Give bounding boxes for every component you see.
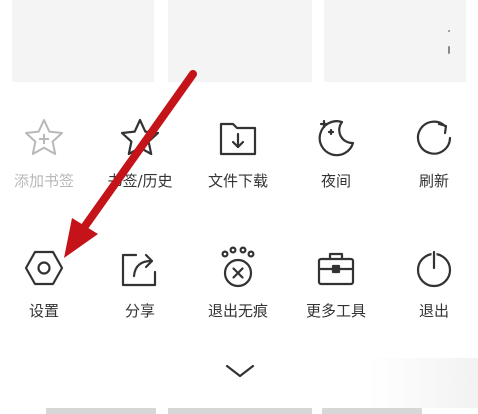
bottom-bar-segment [168,408,312,414]
thumbnail-dot [448,46,450,54]
menu-label: 文件下载 [207,172,268,190]
star-icon [118,116,162,160]
power-icon [412,246,456,290]
chevron-down-icon [225,364,255,378]
menu-item-add-bookmark[interactable]: 添加书签 [0,110,92,210]
menu-label: 设置 [28,302,59,320]
bottom-bar-segment [322,408,422,414]
star-add-icon [22,116,66,160]
tab-thumbnail-1[interactable] [12,0,154,82]
menu-label: 更多工具 [305,302,366,320]
menu-item-night-mode[interactable]: 夜间 [288,110,384,210]
settings-hexagon-icon [22,246,66,290]
collapse-menu-button[interactable] [224,362,256,380]
incognito-exit-icon [216,246,260,290]
menu-label: 书签/历史 [107,172,173,190]
menu-item-more-tools[interactable]: 更多工具 [288,240,384,340]
menu-label: 退出 [418,302,449,320]
watermark-fade [368,358,478,408]
moon-icon [314,116,358,160]
menu-row-2: 设置 分享 退出无痕 更多工具 退出 [0,240,478,340]
menu-item-bookmarks-history[interactable]: 书签/历史 [92,110,188,210]
menu-item-exit[interactable]: 退出 [386,240,478,340]
folder-download-icon [216,116,260,160]
refresh-icon [412,116,456,160]
tab-thumbnail-2[interactable] [168,0,312,82]
menu-item-refresh[interactable]: 刷新 [386,110,478,210]
menu-label: 分享 [124,302,155,320]
menu-row-1: 添加书签 书签/历史 文件下载 夜间 刷新 [0,110,478,210]
menu-item-exit-incognito[interactable]: 退出无痕 [190,240,286,340]
tab-thumbnail-3[interactable] [324,0,466,82]
menu-item-settings[interactable]: 设置 [0,240,92,340]
menu-item-file-download[interactable]: 文件下载 [190,110,286,210]
menu-item-share[interactable]: 分享 [92,240,188,340]
share-icon [118,246,162,290]
menu-label: 夜间 [320,172,351,190]
menu-label: 退出无痕 [207,302,268,320]
menu-label: 刷新 [418,172,449,190]
toolbox-icon [314,246,358,290]
bottom-bar-segment [46,408,156,414]
menu-label: 添加书签 [13,172,74,190]
thumbnail-dot [448,30,450,32]
